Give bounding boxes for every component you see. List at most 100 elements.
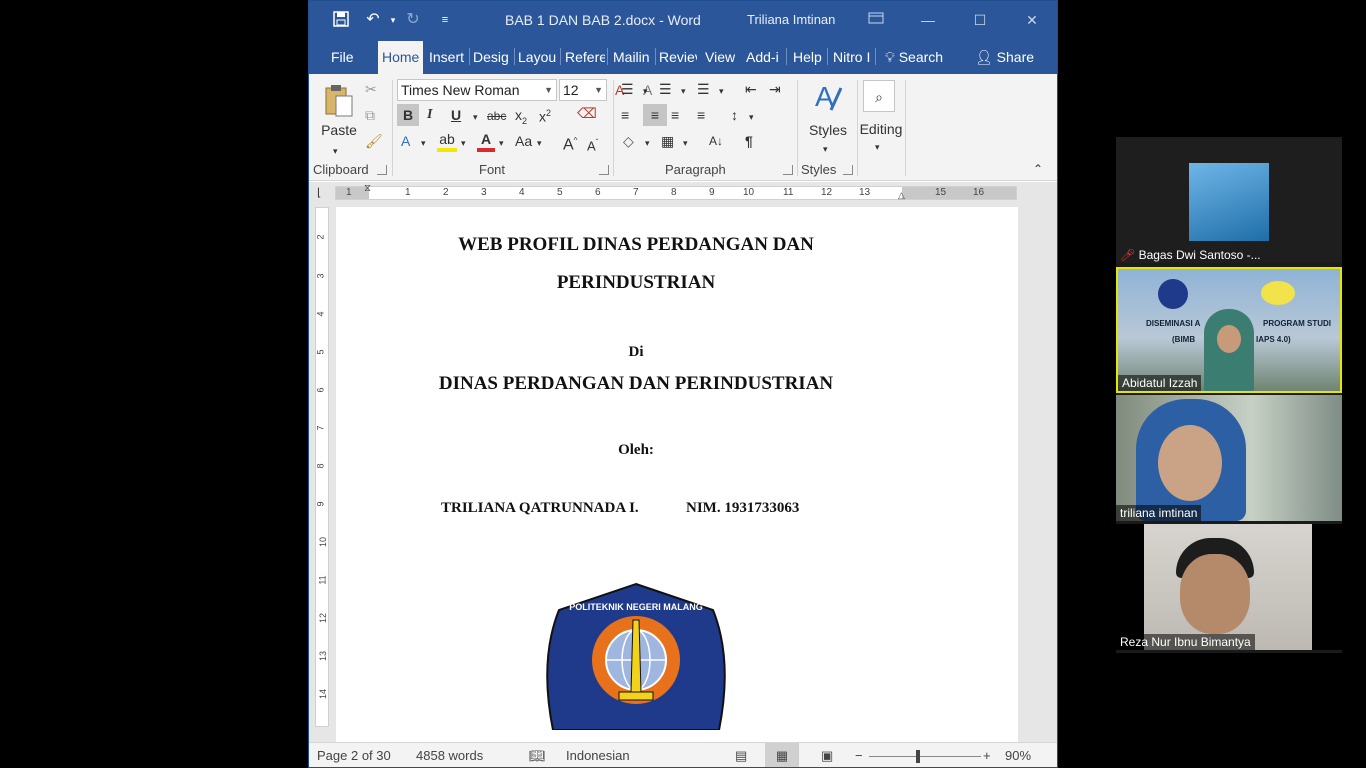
chevron-down-icon[interactable]: ▾	[719, 82, 724, 100]
clipboard-launcher-icon[interactable]	[377, 165, 387, 175]
tab-design[interactable]: Desig	[473, 39, 511, 74]
paragraph-launcher-icon[interactable]	[783, 165, 793, 175]
font-size-field[interactable]: 12 ▼	[559, 79, 607, 101]
indent-marker-icon[interactable]: ⧖	[364, 183, 371, 195]
tab-view[interactable]: View	[705, 39, 735, 74]
font-color-icon[interactable]: A	[477, 130, 495, 152]
styles-label[interactable]: Styles	[805, 121, 851, 139]
tab-help[interactable]: Help	[793, 39, 822, 74]
italic-button[interactable]: I	[427, 106, 432, 124]
tab-mailings[interactable]: Mailin	[613, 39, 653, 74]
maximize-icon[interactable]: ☐	[969, 9, 991, 31]
tab-references[interactable]: Refere	[565, 39, 605, 74]
bullets-icon[interactable]: ☰	[621, 80, 634, 98]
cut-icon[interactable]: ✂	[365, 80, 377, 98]
decrease-indent-icon[interactable]: ⇤	[745, 80, 757, 98]
tab-insert[interactable]: Insert	[429, 39, 464, 74]
grow-font-button[interactable]: A^	[563, 132, 577, 154]
participant-tile[interactable]: 🎤︎ Bagas Dwi Santoso -...	[1116, 137, 1342, 263]
chevron-down-icon[interactable]: ▾	[461, 134, 466, 152]
participant-tile-active[interactable]: DISEMINASI A PROGRAM STUDI (BIMB IAPS 4.…	[1116, 267, 1342, 393]
format-painter-icon[interactable]: 🖌︎	[365, 132, 383, 150]
clear-all-formatting-icon[interactable]: ⌫	[577, 104, 597, 122]
align-right-icon[interactable]: ≡	[671, 106, 679, 124]
tab-selector-icon[interactable]: ⌊	[317, 186, 321, 199]
close-icon[interactable]: ✕	[1021, 9, 1043, 31]
undo-icon[interactable]: ↶	[363, 10, 383, 30]
right-indent-marker-icon[interactable]: △	[898, 189, 905, 201]
chevron-down-icon[interactable]: ▾	[681, 82, 686, 100]
paste-dropdown-icon[interactable]: ▾	[333, 142, 338, 160]
underline-button[interactable]: U	[451, 106, 461, 124]
redo-icon[interactable]: ↻	[403, 10, 423, 30]
justify-icon[interactable]: ≡	[697, 106, 705, 124]
vertical-ruler[interactable]: 2 3 4 5 6 7 8 9 10 11 12 13 14	[315, 207, 329, 727]
shading-icon[interactable]: ◇	[623, 132, 634, 150]
page-count[interactable]: Page 2 of 30	[317, 748, 391, 763]
chevron-down-icon[interactable]: ▾	[749, 108, 754, 126]
chevron-down-icon[interactable]: ▾	[875, 138, 880, 156]
zoom-level[interactable]: 90%	[1005, 748, 1031, 763]
web-layout-icon[interactable]: ▣	[821, 748, 833, 764]
editing-label[interactable]: Editing	[857, 120, 905, 138]
chevron-down-icon[interactable]: ▾	[683, 134, 688, 152]
subscript-button[interactable]: x2	[515, 106, 527, 130]
chevron-down-icon[interactable]: ▾	[537, 134, 542, 152]
chevron-down-icon[interactable]: ▾	[823, 140, 828, 158]
zoom-in-icon[interactable]: +	[983, 748, 991, 763]
chevron-down-icon[interactable]: ▾	[645, 134, 650, 152]
tab-home[interactable]: Home	[378, 41, 424, 74]
zoom-out-icon[interactable]: −	[855, 748, 863, 763]
line-spacing-icon[interactable]: ↕	[731, 106, 738, 124]
tab-layout[interactable]: Layou	[518, 39, 558, 74]
chevron-down-icon[interactable]: ▾	[421, 134, 426, 152]
word-count[interactable]: 4858 words	[416, 748, 483, 763]
copy-icon[interactable]: ⧉	[365, 106, 375, 124]
chevron-down-icon[interactable]: ▾	[473, 108, 478, 126]
bold-button[interactable]: B	[397, 104, 419, 126]
sort-icon[interactable]: A↓	[709, 132, 723, 150]
styles-launcher-icon[interactable]	[843, 165, 853, 175]
numbering-icon[interactable]: ☰	[659, 80, 672, 98]
proofing-icon[interactable]: 📖︎	[529, 748, 546, 764]
tell-me-search[interactable]: 💡︎ Search	[885, 39, 943, 74]
multilevel-list-icon[interactable]: ☰	[697, 80, 710, 98]
superscript-button[interactable]: x2	[539, 104, 551, 126]
paste-icon[interactable]	[321, 82, 357, 118]
font-name-field[interactable]: Times New Roman ▼	[397, 79, 557, 101]
minimize-icon[interactable]: —	[917, 9, 939, 31]
collapse-ribbon-icon[interactable]: ⌃	[1033, 160, 1043, 178]
styles-icon[interactable]: A	[811, 80, 845, 116]
tab-addins[interactable]: Add-i	[746, 39, 784, 74]
save-icon[interactable]	[331, 10, 351, 30]
shrink-font-button[interactable]: Aˇ	[587, 134, 598, 155]
highlight-color-icon[interactable]: ab	[437, 130, 457, 152]
increase-indent-icon[interactable]: ⇥	[769, 80, 781, 98]
participant-tile[interactable]: triliana imtinan	[1116, 395, 1342, 521]
paste-label[interactable]: Paste	[319, 121, 359, 139]
change-case-icon[interactable]: Aa	[515, 132, 532, 150]
print-layout-icon[interactable]: ▦	[765, 743, 799, 767]
participant-tile[interactable]: Reza Nur Ibnu Bimantya	[1116, 524, 1342, 650]
zoom-slider[interactable]	[869, 756, 981, 757]
tab-review[interactable]: Reviev	[659, 39, 697, 74]
share-button[interactable]: 👤︎ Share	[975, 39, 1034, 74]
language[interactable]: Indonesian	[566, 748, 630, 763]
align-center-icon[interactable]: ≡	[643, 104, 667, 126]
tab-nitro[interactable]: Nitro I	[833, 39, 873, 74]
user-name[interactable]: Triliana Imtinan	[747, 12, 835, 27]
horizontal-ruler[interactable]: 1 1 2 3 4 5 6 7 8 9 10 11 12 13 15 16 ⧖ …	[335, 183, 1017, 201]
show-marks-icon[interactable]: ¶	[745, 132, 753, 150]
chevron-down-icon[interactable]: ▾	[643, 82, 648, 100]
strikethrough-button[interactable]: abc	[487, 107, 506, 125]
document-page[interactable]: WEB PROFIL DINAS PERDANGAN DAN PERINDUST…	[336, 207, 1018, 747]
borders-icon[interactable]: ▦	[661, 132, 674, 150]
editing-search-icon[interactable]: ⌕	[863, 80, 895, 112]
tab-file[interactable]: File	[331, 39, 354, 74]
ribbon-display-icon[interactable]	[865, 9, 887, 31]
font-launcher-icon[interactable]	[599, 165, 609, 175]
customize-qat-icon[interactable]: ≡	[435, 10, 455, 30]
zoom-slider-thumb[interactable]	[916, 750, 920, 763]
undo-dropdown-icon[interactable]: ▾	[383, 10, 403, 30]
read-mode-icon[interactable]: ▤	[735, 748, 747, 764]
